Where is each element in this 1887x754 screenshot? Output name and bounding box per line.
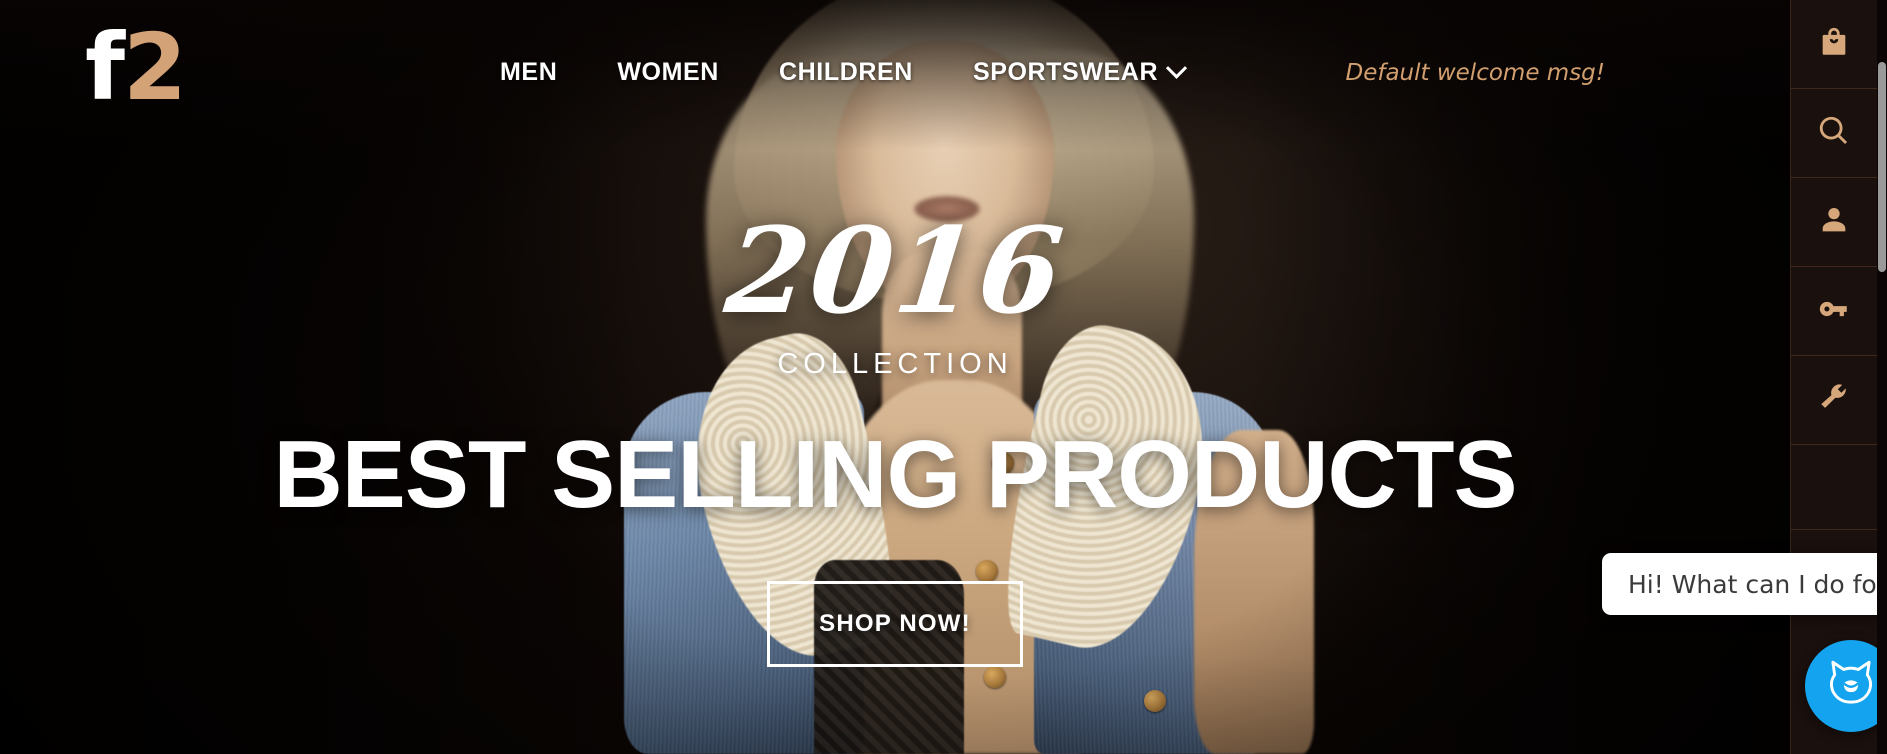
- hero-headline: BEST SELLING PRODUCTS: [273, 421, 1517, 528]
- chat-cat-icon: [1822, 655, 1880, 718]
- wrench-icon: [1817, 381, 1851, 420]
- sidebar-item-settings[interactable]: [1791, 356, 1877, 445]
- user-icon: [1817, 203, 1851, 242]
- logo-letter-f: f: [85, 14, 125, 121]
- sidebar-item-account[interactable]: [1791, 178, 1877, 267]
- hero-year: 2016: [719, 201, 1071, 340]
- chat-launcher-button[interactable]: [1805, 640, 1887, 732]
- key-icon: [1817, 292, 1851, 331]
- site-header: f2 MEN WOMEN CHILDREN SPORTSWEAR Default…: [0, 0, 1790, 142]
- welcome-message: Default welcome msg!: [1345, 60, 1606, 86]
- sidebar-spacer: [1791, 445, 1877, 530]
- nav-label: SPORTSWEAR: [972, 58, 1159, 86]
- main-navigation: MEN WOMEN CHILDREN SPORTSWEAR: [500, 57, 1188, 87]
- logo-letter-2: 2: [123, 14, 187, 121]
- sidebar-item-search[interactable]: [1791, 89, 1877, 178]
- nav-item-children[interactable]: CHILDREN: [779, 58, 913, 87]
- hero-subtitle: COLLECTION: [777, 348, 1013, 380]
- nav-item-women[interactable]: WOMEN: [617, 58, 719, 87]
- page-root: f2 MEN WOMEN CHILDREN SPORTSWEAR Default…: [0, 0, 1887, 754]
- nav-label: CHILDREN: [778, 58, 913, 86]
- chevron-down-icon: [1166, 57, 1188, 79]
- nav-item-men[interactable]: MEN: [500, 58, 557, 87]
- site-logo[interactable]: f2: [85, 22, 187, 114]
- nav-label: WOMEN: [617, 58, 719, 86]
- shop-now-button[interactable]: SHOP NOW!: [767, 581, 1023, 667]
- search-icon: [1817, 114, 1851, 153]
- page-scrollbar-thumb[interactable]: [1878, 62, 1886, 272]
- sidebar-item-cart[interactable]: [1791, 0, 1877, 89]
- chat-message-text: Hi! What can I do for you?: [1628, 569, 1887, 599]
- nav-item-sportswear[interactable]: SPORTSWEAR: [972, 57, 1188, 87]
- chat-message-bubble: Hi! What can I do for you?: [1602, 553, 1887, 615]
- sidebar-item-login[interactable]: [1791, 267, 1877, 356]
- shopping-bag-icon: [1817, 25, 1851, 64]
- nav-label: MEN: [500, 58, 558, 86]
